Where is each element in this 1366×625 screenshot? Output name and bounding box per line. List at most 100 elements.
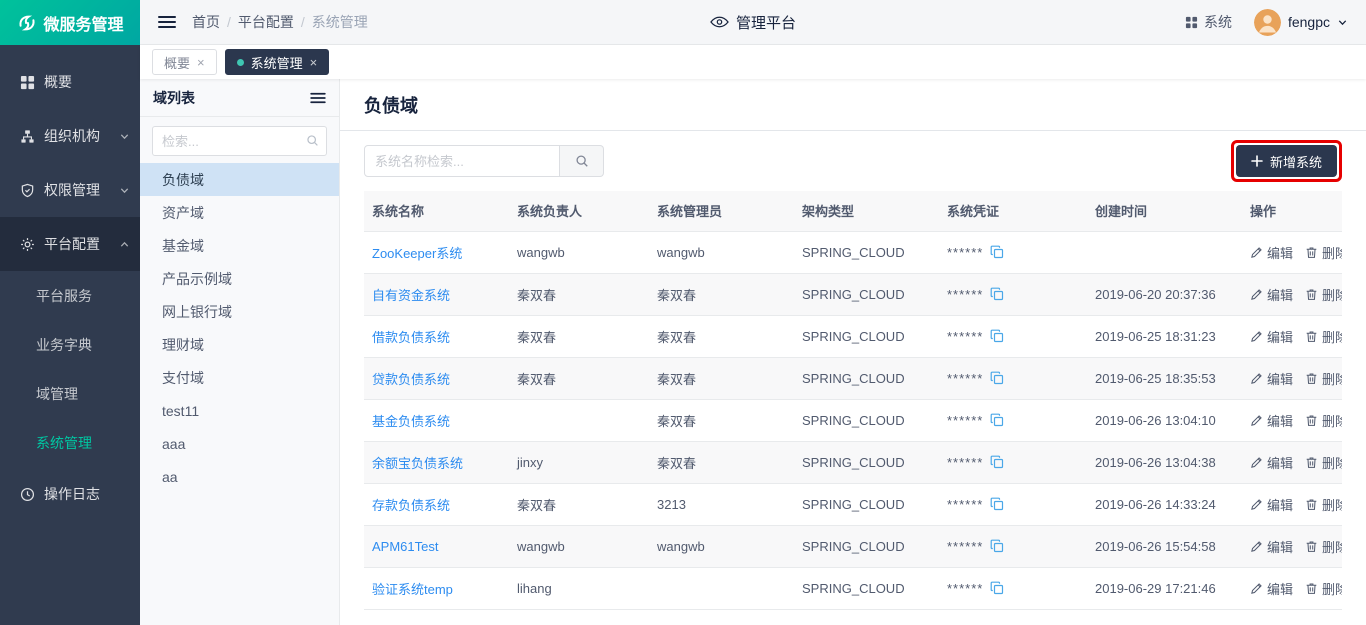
edit-button[interactable]: 编辑: [1250, 537, 1293, 556]
sidebar-item[interactable]: 概要: [0, 55, 140, 109]
edit-button[interactable]: 编辑: [1250, 495, 1293, 514]
domain-search-input[interactable]: [152, 126, 327, 156]
sidebar: 概要组织机构权限管理平台配置平台服务业务字典域管理系统管理操作日志: [0, 45, 140, 625]
domain-item[interactable]: test11: [140, 394, 339, 427]
system-name-link[interactable]: 验证系统temp: [372, 582, 453, 597]
credential-cell: ******: [947, 539, 1079, 554]
created-time-cell: 2019-06-25 18:35:53: [1087, 357, 1242, 399]
systems-table-wrap: 系统名称系统负责人系统管理员架构类型系统凭证创建时间操作 ZooKeeper系统…: [340, 191, 1366, 625]
user-menu[interactable]: fengpc: [1254, 9, 1348, 36]
system-name-link[interactable]: 存款负债系统: [372, 498, 450, 513]
delete-button-label: 删除: [1322, 495, 1342, 514]
copy-icon[interactable]: [990, 329, 1004, 343]
delete-button[interactable]: 删除: [1305, 579, 1342, 598]
breadcrumb: 首页/平台配置/系统管理: [192, 12, 368, 32]
table-row: 基金负债系统秦双春SPRING_CLOUD******2019-06-26 13…: [364, 399, 1342, 441]
domain-item[interactable]: 基金域: [140, 229, 339, 262]
edit-button[interactable]: 编辑: [1250, 411, 1293, 430]
breadcrumb-item[interactable]: 系统管理: [312, 12, 368, 32]
tab-active-dot: [237, 59, 244, 66]
domain-list: 负债域资产域基金域产品示例域网上银行域理财域支付域test11aaaaa: [140, 163, 339, 493]
breadcrumb-item[interactable]: 平台配置: [238, 12, 294, 32]
sidebar-item[interactable]: 组织机构: [0, 109, 140, 163]
tab[interactable]: 概要×: [152, 49, 217, 75]
collapse-menu-icon[interactable]: [158, 15, 176, 29]
system-name-link[interactable]: 余额宝负债系统: [372, 456, 463, 471]
top-header: 微服务管理 首页/平台配置/系统管理 管理平台 系统: [0, 0, 1366, 45]
created-time-cell: 2019-06-26 15:54:58: [1087, 525, 1242, 567]
copy-icon[interactable]: [990, 413, 1004, 427]
table-row: APM61TestwangwbwangwbSPRING_CLOUD******2…: [364, 525, 1342, 567]
breadcrumb-separator: /: [227, 14, 231, 30]
domain-item[interactable]: 支付域: [140, 361, 339, 394]
panel-menu-icon[interactable]: [310, 92, 326, 104]
system-name-link[interactable]: APM61Test: [372, 539, 438, 554]
edit-button[interactable]: 编辑: [1250, 243, 1293, 262]
header-right: 系统 fengpc: [1185, 9, 1348, 36]
sidebar-item[interactable]: 平台配置: [0, 217, 140, 271]
sidebar-item[interactable]: 操作日志: [0, 467, 140, 521]
table-row: 验证系统templihangSPRING_CLOUD******2019-06-…: [364, 567, 1342, 609]
workspace-switch[interactable]: 系统: [1185, 12, 1232, 32]
created-time-cell: 2019-06-26 14:33:24: [1087, 483, 1242, 525]
delete-button[interactable]: 删除: [1305, 243, 1342, 262]
domain-item[interactable]: 理财域: [140, 328, 339, 361]
search-button[interactable]: [560, 145, 604, 177]
domain-item[interactable]: aa: [140, 460, 339, 493]
actions-cell: 编辑删除: [1242, 441, 1342, 483]
delete-button-label: 删除: [1322, 327, 1342, 346]
copy-icon[interactable]: [990, 371, 1004, 385]
domain-item[interactable]: 网上银行域: [140, 295, 339, 328]
edit-button[interactable]: 编辑: [1250, 327, 1293, 346]
copy-icon[interactable]: [990, 455, 1004, 469]
delete-button[interactable]: 删除: [1305, 285, 1342, 304]
copy-icon[interactable]: [990, 581, 1004, 595]
credential-cell: ******: [947, 413, 1079, 428]
arch-cell: SPRING_CLOUD: [794, 567, 939, 609]
edit-button[interactable]: 编辑: [1250, 579, 1293, 598]
edit-button[interactable]: 编辑: [1250, 369, 1293, 388]
edit-icon: [1250, 498, 1263, 511]
delete-button[interactable]: 删除: [1305, 327, 1342, 346]
system-name-link[interactable]: 基金负债系统: [372, 414, 450, 429]
copy-icon[interactable]: [990, 497, 1004, 511]
domain-item[interactable]: 负债域: [140, 163, 339, 196]
delete-button[interactable]: 删除: [1305, 411, 1342, 430]
system-name-link[interactable]: 贷款负债系统: [372, 372, 450, 387]
sidebar-subitem[interactable]: 平台服务: [0, 271, 140, 320]
credential-cell: ******: [947, 581, 1079, 596]
add-system-button[interactable]: 新增系统: [1236, 145, 1337, 177]
column-header: 系统管理员: [649, 191, 794, 231]
table-row: 贷款负债系统秦双春秦双春SPRING_CLOUD******2019-06-25…: [364, 357, 1342, 399]
sidebar-subitem[interactable]: 域管理: [0, 369, 140, 418]
shield-icon: [20, 183, 35, 198]
domain-item[interactable]: 产品示例域: [140, 262, 339, 295]
copy-icon[interactable]: [990, 539, 1004, 553]
tab-close-icon[interactable]: ×: [197, 55, 205, 70]
delete-button[interactable]: 删除: [1305, 453, 1342, 472]
delete-button[interactable]: 删除: [1305, 495, 1342, 514]
copy-icon[interactable]: [990, 245, 1004, 259]
system-name-link[interactable]: ZooKeeper系统: [372, 246, 462, 261]
system-name-link[interactable]: 自有资金系统: [372, 288, 450, 303]
domain-item[interactable]: aaa: [140, 427, 339, 460]
edit-button[interactable]: 编辑: [1250, 285, 1293, 304]
system-name-link[interactable]: 借款负债系统: [372, 330, 450, 345]
arch-cell: SPRING_CLOUD: [794, 441, 939, 483]
sidebar-subitem[interactable]: 业务字典: [0, 320, 140, 369]
gear-icon: [20, 237, 35, 252]
tab-close-icon[interactable]: ×: [310, 55, 318, 70]
sidebar-item[interactable]: 权限管理: [0, 163, 140, 217]
system-search-input[interactable]: [364, 145, 560, 177]
chevron-down-icon: [1337, 17, 1348, 28]
edit-button[interactable]: 编辑: [1250, 453, 1293, 472]
sidebar-subitem[interactable]: 系统管理: [0, 418, 140, 467]
delete-button[interactable]: 删除: [1305, 369, 1342, 388]
breadcrumb-item[interactable]: 首页: [192, 12, 220, 32]
copy-icon[interactable]: [990, 287, 1004, 301]
owner-cell: lihang: [509, 567, 649, 609]
domain-item[interactable]: 资产域: [140, 196, 339, 229]
delete-button[interactable]: 删除: [1305, 537, 1342, 556]
tab[interactable]: 系统管理×: [225, 49, 330, 75]
created-time-cell: 2019-06-20 20:37:36: [1087, 273, 1242, 315]
